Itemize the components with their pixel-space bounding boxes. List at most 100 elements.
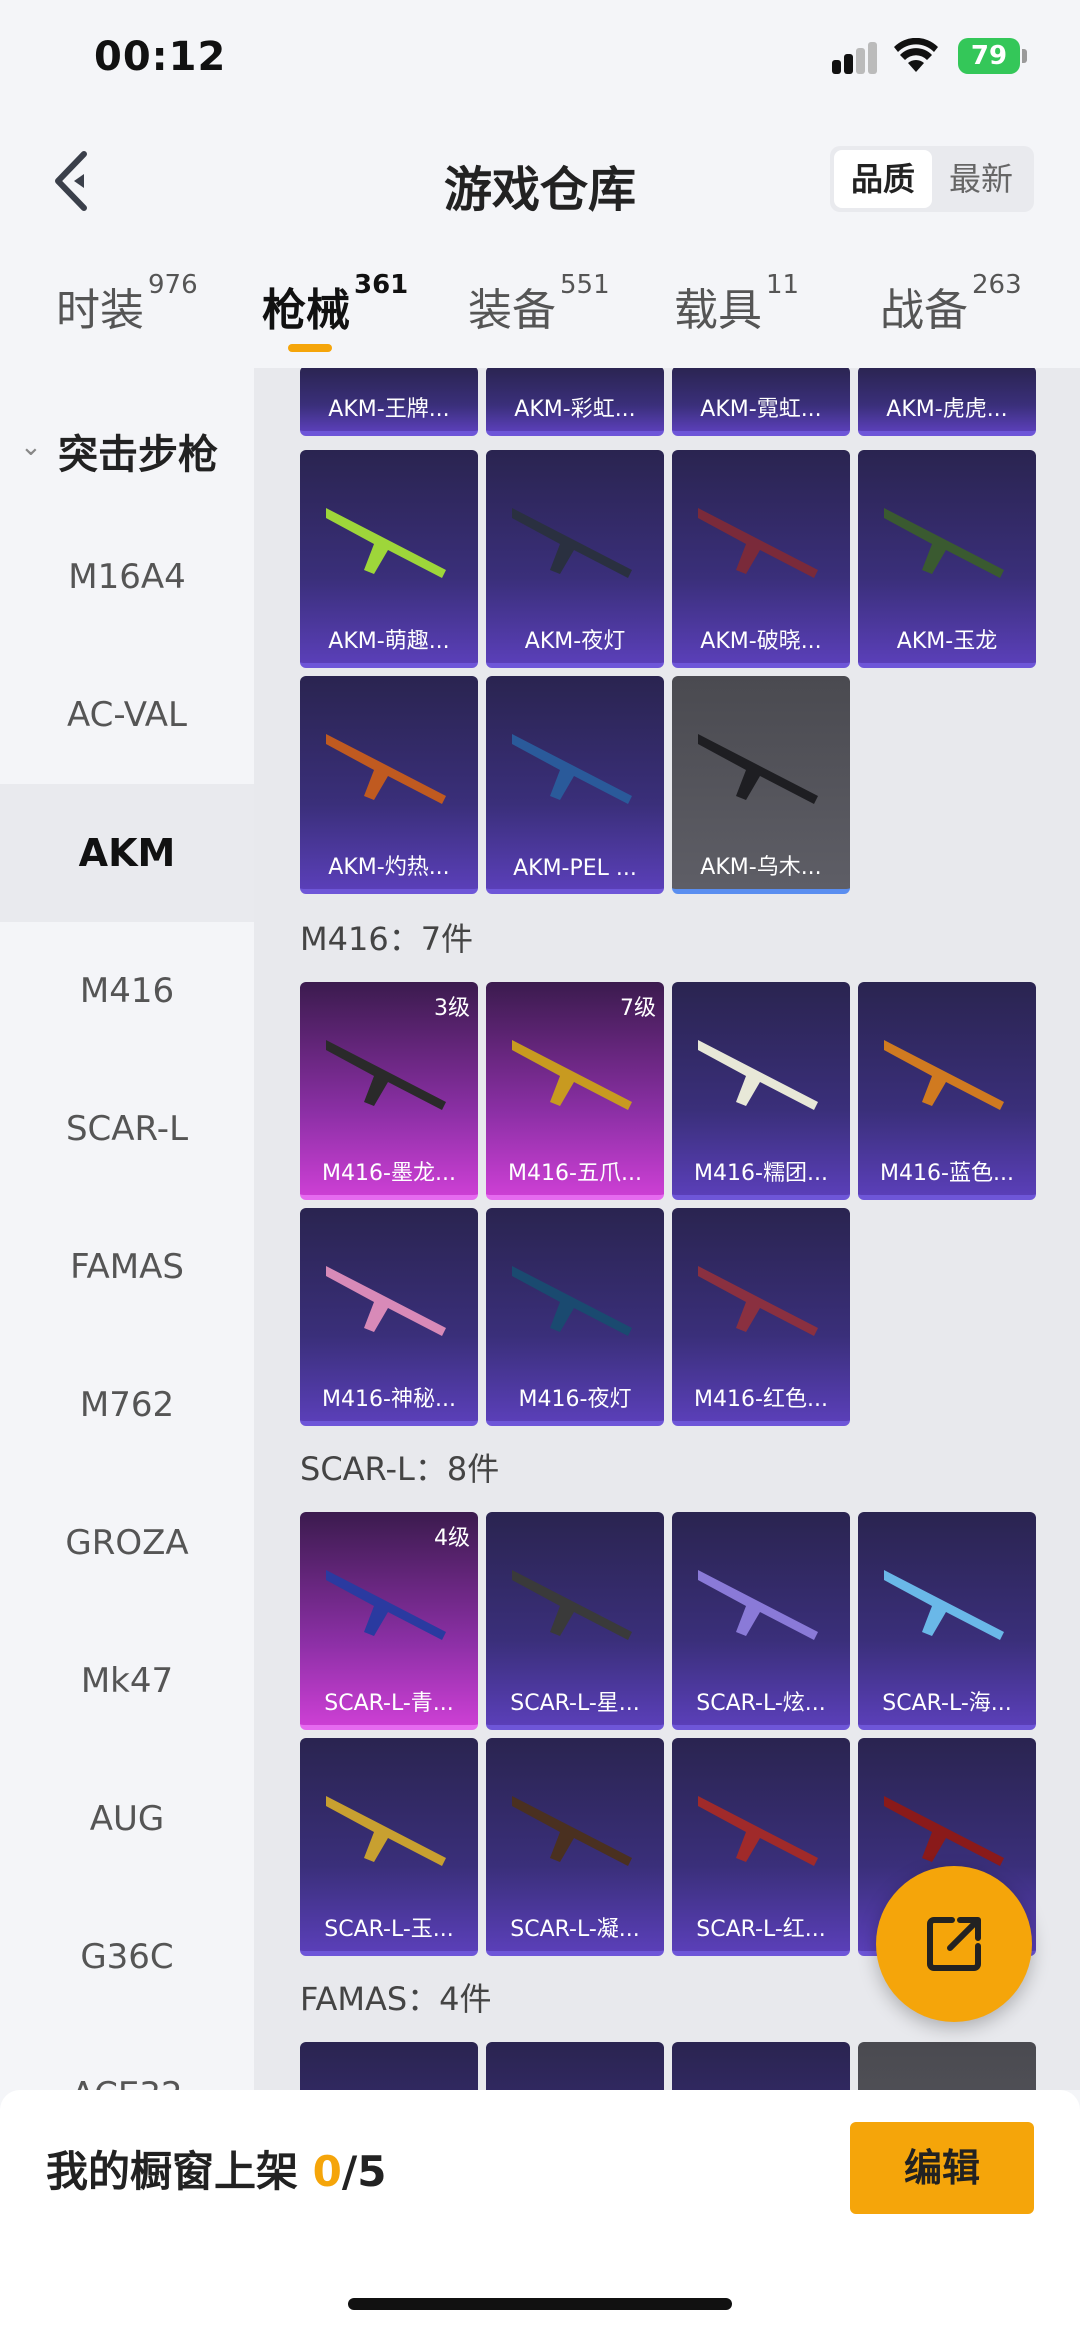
level-badge: 7级 — [620, 996, 656, 1021]
tab-label: 时装 — [56, 285, 144, 336]
sidebar-item-famas[interactable]: FAMAS — [0, 1198, 254, 1336]
tab-equipment[interactable]: 装备 551 — [468, 270, 610, 338]
weapon-card[interactable]: 3级 M416-墨龙... — [300, 982, 478, 1200]
sort-option-quality[interactable]: 品质 — [834, 150, 932, 208]
weapon-card[interactable]: AKM-玉龙 — [858, 450, 1036, 668]
weapon-card[interactable]: M416-神秘... — [300, 1208, 478, 1426]
rifle-icon — [326, 1796, 446, 1866]
rifle-icon — [512, 1796, 632, 1866]
weapon-name: M416-红色... — [694, 1387, 828, 1412]
weapon-card[interactable]: M416-糯团... — [672, 982, 850, 1200]
rifle-icon — [698, 1040, 818, 1110]
share-button[interactable] — [876, 1866, 1032, 2022]
rifle-icon — [698, 1570, 818, 1640]
signal-icon — [832, 42, 878, 74]
sort-option-latest[interactable]: 最新 — [932, 150, 1030, 208]
level-badge: 3级 — [434, 996, 470, 1021]
home-indicator — [348, 2298, 732, 2310]
sidebar-item-m16a4[interactable]: M16A4 — [0, 508, 254, 646]
tab-vehicles[interactable]: 载具 11 — [674, 270, 799, 338]
weapon-card[interactable]: AKM-霓虹... — [672, 368, 850, 436]
sidebar-item-ace32[interactable]: ACE32 — [0, 2026, 254, 2090]
weapon-card[interactable]: AKM-乌木... — [672, 676, 850, 894]
sidebar-item-akm[interactable]: AKM — [0, 784, 254, 922]
weapon-card[interactable] — [300, 2042, 478, 2090]
status-time: 00:12 — [94, 34, 227, 80]
weapon-name: SCAR-L-凝... — [510, 1917, 640, 1942]
weapon-name: AKM-虎虎... — [886, 397, 1008, 422]
weapon-name: M416-五爪... — [508, 1161, 642, 1186]
weapon-card[interactable]: SCAR-L-红... — [672, 1738, 850, 1956]
weapon-card[interactable]: AKM-PEL ... — [486, 676, 664, 894]
sidebar-item-aug[interactable]: AUG — [0, 1750, 254, 1888]
rifle-icon — [884, 1570, 1004, 1640]
weapon-name: SCAR-L-红... — [696, 1917, 826, 1942]
edit-button[interactable]: 编辑 — [850, 2122, 1034, 2214]
sidebar-item-ac-val[interactable]: AC-VAL — [0, 646, 254, 784]
weapon-card[interactable]: AKM-王牌... — [300, 368, 478, 436]
weapon-card[interactable]: AKM-彩虹... — [486, 368, 664, 436]
rifle-icon — [512, 1266, 632, 1336]
weapon-name: AKM-萌趣... — [328, 629, 450, 654]
weapon-name: M416-神秘... — [322, 1387, 456, 1412]
weapon-card[interactable]: SCAR-L-海... — [858, 1512, 1036, 1730]
header: 游戏仓库 品质 最新 — [0, 130, 1080, 230]
weapon-name: AKM-王牌... — [328, 397, 450, 422]
sidebar-item-scar-l[interactable]: SCAR-L — [0, 1060, 254, 1198]
weapon-card[interactable]: 7级 M416-五爪... — [486, 982, 664, 1200]
weapon-card[interactable]: M416-红色... — [672, 1208, 850, 1426]
weapon-name: AKM-彩虹... — [514, 397, 636, 422]
weapon-card[interactable] — [858, 2042, 1036, 2090]
weapon-card[interactable]: AKM-萌趣... — [300, 450, 478, 668]
tab-label: 战备 — [880, 285, 968, 336]
weapon-card[interactable]: AKM-破晓... — [672, 450, 850, 668]
rifle-icon — [698, 1796, 818, 1866]
weapon-grid: AKM-王牌... AKM-彩虹... AKM-霓虹... AKM-虎虎... … — [254, 368, 1080, 2090]
tab-count: 551 — [560, 270, 610, 300]
status-bar: 00:12 79 — [0, 0, 1080, 120]
weapon-name: SCAR-L-炫... — [696, 1691, 826, 1716]
weapon-card[interactable]: SCAR-L-炫... — [672, 1512, 850, 1730]
section-title-m416: M416：7件 — [300, 920, 474, 958]
weapon-name: M416-糯团... — [694, 1161, 828, 1186]
section-title-scarl: SCAR-L：8件 — [300, 1450, 500, 1488]
rifle-icon — [512, 1570, 632, 1640]
weapon-name: AKM-PEL ... — [513, 856, 637, 881]
rifle-icon — [512, 1040, 632, 1110]
rifle-icon — [326, 1266, 446, 1336]
weapon-card[interactable] — [672, 2042, 850, 2090]
weapon-name: SCAR-L-青... — [324, 1691, 454, 1716]
weapon-name: M416-夜灯 — [518, 1387, 632, 1412]
rifle-icon — [326, 734, 446, 804]
rifle-icon — [698, 734, 818, 804]
tab-supplies[interactable]: 战备 263 — [880, 270, 1022, 338]
rifle-icon — [698, 1266, 818, 1336]
tab-count: 11 — [766, 270, 800, 300]
rifle-icon — [884, 1796, 1004, 1866]
sidebar-item-m416[interactable]: M416 — [0, 922, 254, 1060]
sidebar-item-mk47[interactable]: Mk47 — [0, 1612, 254, 1750]
sidebar-item-groza[interactable]: GROZA — [0, 1474, 254, 1612]
weapon-card[interactable]: AKM-虎虎... — [858, 368, 1036, 436]
weapon-card[interactable]: SCAR-L-星... — [486, 1512, 664, 1730]
shelf-total: /5 — [341, 2147, 387, 2196]
weapon-card[interactable] — [486, 2042, 664, 2090]
weapon-card[interactable]: AKM-夜灯 — [486, 450, 664, 668]
weapon-card[interactable]: M416-蓝色... — [858, 982, 1036, 1200]
weapon-card[interactable]: AKM-灼热... — [300, 676, 478, 894]
weapon-card[interactable]: SCAR-L-凝... — [486, 1738, 664, 1956]
weapon-card[interactable]: M416-夜灯 — [486, 1208, 664, 1426]
weapon-name: AKM-乌木... — [700, 855, 822, 880]
weapon-name: AKM-破晓... — [700, 629, 822, 654]
tab-count: 361 — [354, 270, 409, 300]
sidebar-item-m762[interactable]: M762 — [0, 1336, 254, 1474]
weapon-card[interactable]: SCAR-L-玉... — [300, 1738, 478, 1956]
weapon-card[interactable]: 4级 SCAR-L-青... — [300, 1512, 478, 1730]
tab-guns[interactable]: 枪械 361 — [262, 270, 408, 338]
tab-fashion[interactable]: 时装 976 — [56, 270, 198, 338]
sort-toggle: 品质 最新 — [830, 146, 1034, 212]
weapon-name: SCAR-L-海... — [882, 1691, 1012, 1716]
sidebar-item-g36c[interactable]: G36C — [0, 1888, 254, 2026]
rifle-icon — [326, 1570, 446, 1640]
rifle-icon — [884, 1040, 1004, 1110]
